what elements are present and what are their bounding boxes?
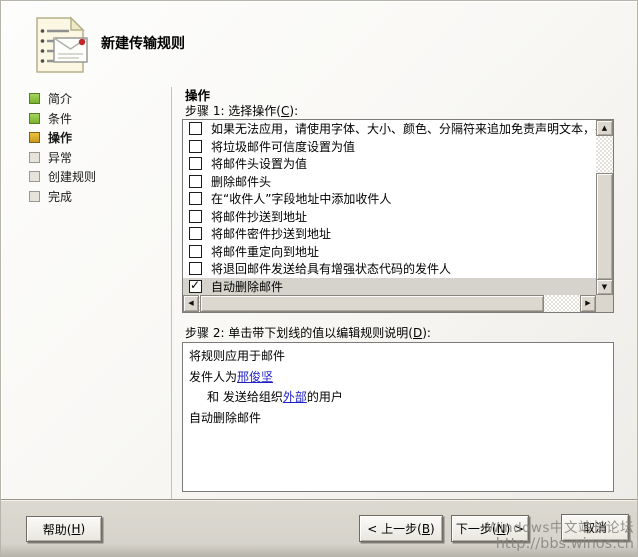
step-status-icon <box>29 191 40 202</box>
rule-text: 发件人为 <box>189 370 237 384</box>
action-label: 将退回邮件发送给具有增强状态代码的发件人 <box>211 260 451 277</box>
vertical-scroll-thumb[interactable] <box>596 173 613 280</box>
step-status-icon <box>29 171 40 182</box>
action-row[interactable]: ✓ 将邮件密件抄送到地址 <box>183 225 596 243</box>
horizontal-scroll-track[interactable] <box>199 295 580 312</box>
action-checkbox[interactable]: ✓ <box>189 262 202 275</box>
action-row[interactable]: ✓ 将邮件重定向到地址 <box>183 243 596 261</box>
wizard-step-item[interactable]: 完成 <box>29 187 159 207</box>
action-checkbox[interactable]: ✓ <box>189 157 202 170</box>
action-row[interactable]: ✓ 将邮件抄送到地址 <box>183 208 596 226</box>
page-title: 新建传输规则 <box>101 33 185 53</box>
help-button[interactable]: 帮助(H) <box>26 516 102 542</box>
wizard-step-item[interactable]: 创建规则 <box>29 167 159 187</box>
action-label: 将垃圾邮件可信度设置为值 <box>211 138 355 155</box>
action-label: 在“收件人”字段地址中添加收件人 <box>211 190 391 207</box>
actions-rows: ✓ 如果无法应用，请使用字体、大小、颜色、分隔符来追加免责声明文本，并回退到操作… <box>183 120 596 295</box>
action-label: 将邮件密件抄送到地址 <box>211 225 331 242</box>
action-row[interactable]: ✓ 将垃圾邮件可信度设置为值 <box>183 138 596 156</box>
step-status-icon <box>29 132 40 143</box>
scroll-left-icon[interactable]: ◀ <box>183 295 199 312</box>
new-transport-rule-wizard: 新建传输规则 简介 条件 操作 异常 创建规则 完成 <box>0 0 638 557</box>
action-checkbox[interactable]: ✓ <box>189 122 202 135</box>
action-label: 将邮件重定向到地址 <box>211 243 319 260</box>
wizard-step-item[interactable]: 异常 <box>29 148 159 168</box>
checkmark-icon: ✓ <box>190 278 200 292</box>
wizard-step-item[interactable]: 操作 <box>29 128 159 148</box>
horizontal-scroll-thumb[interactable] <box>200 295 544 312</box>
step2-label: 步骤 2: 单击带下划线的值以编辑规则说明(D): <box>185 324 431 341</box>
rule-text: 自动删除邮件 <box>189 411 261 425</box>
rule-description-line: 发件人为邢俊坚 <box>189 367 607 388</box>
action-row[interactable]: ✓ 删除邮件头 <box>183 173 596 191</box>
horizontal-scrollbar[interactable]: ◀ ▶ <box>183 295 596 312</box>
rule-text: 和 发送给组织 <box>207 390 283 404</box>
step-label: 异常 <box>48 149 72 166</box>
wizard-steps: 简介 条件 操作 异常 创建规则 完成 <box>29 89 159 206</box>
rule-text: 将规则应用于邮件 <box>189 349 285 363</box>
action-checkbox[interactable]: ✓ <box>189 175 202 188</box>
scroll-up-icon[interactable]: ▲ <box>596 120 613 136</box>
cancel-button[interactable]: 取消 <box>561 514 629 541</box>
step-label: 操作 <box>48 129 72 146</box>
wizard-step-item[interactable]: 简介 <box>29 89 159 109</box>
step-label: 条件 <box>48 110 72 127</box>
next-button[interactable]: 下一步(N) > <box>451 515 529 542</box>
action-row[interactable]: ✓ 将邮件头设置为值 <box>183 155 596 173</box>
rule-description-box: 将规则应用于邮件发件人为邢俊坚和 发送给组织外部的用户自动删除邮件 <box>182 342 614 492</box>
rule-value-link[interactable]: 邢俊坚 <box>237 370 273 384</box>
wizard-step-item[interactable]: 条件 <box>29 109 159 129</box>
action-label: 如果无法应用，请使用字体、大小、颜色、分隔符来追加免责声明文本，并回退到操作 <box>211 120 596 137</box>
step-status-icon <box>29 113 40 124</box>
action-label: 将邮件抄送到地址 <box>211 208 307 225</box>
transport-rule-icon <box>29 14 91 76</box>
action-label: 删除邮件头 <box>211 173 271 190</box>
rule-description-line: 将规则应用于邮件 <box>189 346 607 367</box>
rule-value-link[interactable]: 外部 <box>283 390 307 404</box>
actions-listbox[interactable]: ✓ 如果无法应用，请使用字体、大小、颜色、分隔符来追加免责声明文本，并回退到操作… <box>182 119 614 313</box>
action-checkbox[interactable]: ✓ <box>189 227 202 240</box>
step-status-icon <box>29 152 40 163</box>
action-checkbox[interactable]: ✓ <box>189 192 202 205</box>
action-checkbox[interactable]: ✓ <box>189 245 202 258</box>
vertical-scrollbar[interactable]: ▲ ▼ <box>596 120 613 295</box>
step-label: 完成 <box>48 188 72 205</box>
action-row[interactable]: ✓ 在“收件人”字段地址中添加收件人 <box>183 190 596 208</box>
scroll-right-icon[interactable]: ▶ <box>580 295 596 312</box>
step-label: 创建规则 <box>48 168 96 185</box>
action-label: 自动删除邮件 <box>211 278 283 295</box>
back-button[interactable]: < 上一步(B) <box>359 515 443 542</box>
scroll-down-icon[interactable]: ▼ <box>596 279 613 295</box>
action-label: 将邮件头设置为值 <box>211 155 307 172</box>
action-row[interactable]: ✓ 将退回邮件发送给具有增强状态代码的发件人 <box>183 260 596 278</box>
vertical-scroll-track[interactable] <box>596 136 613 279</box>
action-checkbox[interactable]: ✓ <box>189 210 202 223</box>
action-row[interactable]: ✓ 自动删除邮件 <box>183 278 596 296</box>
action-checkbox[interactable]: ✓ <box>189 140 202 153</box>
rule-description-line: 自动删除邮件 <box>189 408 607 429</box>
action-checkbox[interactable]: ✓ <box>189 280 202 293</box>
action-row[interactable]: ✓ 如果无法应用，请使用字体、大小、颜色、分隔符来追加免责声明文本，并回退到操作 <box>183 120 596 138</box>
step-label: 简介 <box>48 90 72 107</box>
scrollbar-corner <box>596 295 613 312</box>
step1-label: 步骤 1: 选择操作(C): <box>185 102 298 119</box>
rule-description-line: 和 发送给组织外部的用户 <box>189 387 607 408</box>
rule-text: 的用户 <box>307 390 343 404</box>
sidebar-divider <box>171 87 172 499</box>
step-status-icon <box>29 93 40 104</box>
